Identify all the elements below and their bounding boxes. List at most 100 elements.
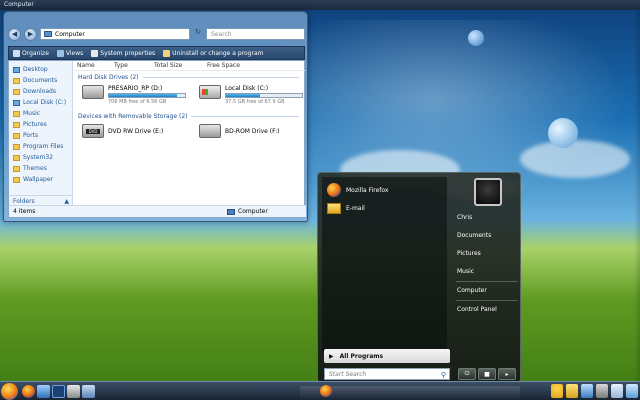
search-input[interactable]: Search bbox=[206, 28, 305, 40]
organize-button[interactable]: Organize bbox=[13, 49, 49, 57]
drive-free-space: 706 MB free of 6.56 GB bbox=[108, 99, 167, 105]
column-header-row: Name Type Total Size Free Space bbox=[74, 61, 305, 71]
lock-button[interactable]: ■ bbox=[478, 368, 496, 380]
start-item-music[interactable]: Music bbox=[454, 263, 520, 281]
nav-item-downloads[interactable]: Downloads bbox=[9, 86, 72, 97]
drive-item[interactable]: DVD DVD RW Drive (E:) bbox=[82, 124, 187, 138]
uninstall-button[interactable]: Uninstall or change a program bbox=[163, 49, 264, 57]
group-header-hard-disks[interactable]: Hard Disk Drives (2) bbox=[74, 74, 305, 81]
status-location-label: Computer bbox=[238, 208, 268, 215]
column-header-name[interactable]: Name bbox=[74, 62, 114, 69]
group-divider bbox=[142, 77, 299, 78]
drive-item[interactable]: Local Disk (C:) 37.5 GB free of 67.9 GB bbox=[199, 85, 304, 105]
column-header-type[interactable]: Type bbox=[114, 62, 154, 69]
power-icon: ⏻ bbox=[464, 370, 470, 377]
quicklaunch-app-icon[interactable] bbox=[67, 385, 80, 398]
start-item-computer[interactable]: Computer bbox=[454, 282, 520, 300]
nav-item-program-files[interactable]: Program Files bbox=[9, 141, 72, 152]
arrow-right-icon: ▸ bbox=[505, 370, 509, 378]
drive-usage-bar bbox=[225, 93, 303, 98]
computer-icon[interactable] bbox=[596, 384, 608, 398]
group-label: Devices with Removable Storage (2) bbox=[78, 113, 188, 120]
explorer-client: Desktop Documents Downloads Local Disk (… bbox=[8, 60, 306, 218]
window-title-strip: Computer bbox=[0, 0, 640, 10]
music-icon bbox=[13, 110, 20, 117]
desktop-icon bbox=[13, 66, 20, 73]
all-programs-button[interactable]: ▶ All Programs bbox=[324, 349, 450, 363]
hard-drive-icon bbox=[82, 85, 104, 99]
nav-item-wallpaper[interactable]: Wallpaper bbox=[9, 174, 72, 185]
nav-item-themes[interactable]: Themes bbox=[9, 163, 72, 174]
quicklaunch-explorer-icon[interactable] bbox=[37, 385, 50, 398]
nav-item-pictures[interactable]: Pictures bbox=[9, 119, 72, 130]
nav-item-label: Program Files bbox=[23, 143, 64, 150]
start-search-placeholder: Start Search bbox=[329, 371, 367, 378]
system-properties-label: System properties bbox=[100, 49, 156, 57]
folder-icon bbox=[13, 88, 20, 95]
recycle-bin-icon[interactable] bbox=[611, 384, 623, 398]
drive-item[interactable]: PRESARIO_RP (D:) 706 MB free of 6.56 GB bbox=[82, 85, 187, 105]
folder-icon bbox=[13, 77, 20, 84]
nav-item-documents[interactable]: Documents bbox=[9, 75, 72, 86]
quicklaunch-desktop-icon[interactable] bbox=[82, 385, 95, 398]
arrow-right-icon: ▶ bbox=[329, 352, 334, 360]
pinned-programs: Mozilla Firefox E-mail bbox=[322, 177, 447, 353]
column-header-total-size[interactable]: Total Size bbox=[154, 62, 207, 69]
dvd-label-icon: DVD bbox=[86, 129, 100, 134]
nav-item-desktop[interactable]: Desktop bbox=[9, 64, 72, 75]
column-header-free-space[interactable]: Free Space bbox=[207, 62, 257, 69]
user-picture[interactable] bbox=[474, 178, 502, 206]
system-properties-button[interactable]: System properties bbox=[91, 49, 156, 57]
weather-icon[interactable] bbox=[626, 384, 638, 398]
organize-label: Organize bbox=[22, 49, 49, 57]
wallpaper-cloud bbox=[520, 140, 630, 178]
address-bar[interactable]: Computer bbox=[40, 28, 190, 40]
group-header-removable[interactable]: Devices with Removable Storage (2) bbox=[74, 113, 305, 120]
status-location: Computer bbox=[227, 208, 268, 215]
start-item-documents[interactable]: Documents bbox=[454, 227, 520, 245]
folder-icon[interactable] bbox=[566, 384, 578, 398]
group-divider bbox=[191, 116, 299, 117]
start-item-pictures[interactable]: Pictures bbox=[454, 245, 520, 263]
pinned-item-email[interactable]: E-mail bbox=[322, 199, 447, 217]
folder-icon bbox=[13, 165, 20, 172]
back-button[interactable]: ◀ bbox=[8, 27, 21, 41]
quicklaunch-firefox-icon[interactable] bbox=[22, 385, 35, 398]
views-button[interactable]: Views bbox=[56, 49, 83, 57]
start-orb-icon[interactable] bbox=[1, 383, 18, 400]
firefox-icon[interactable] bbox=[320, 385, 332, 397]
drive-item[interactable]: BD-ROM Drive (F:) bbox=[199, 124, 304, 138]
quicklaunch-photoshop-icon[interactable] bbox=[52, 385, 65, 398]
windows-logo-icon bbox=[202, 89, 208, 95]
folder-icon bbox=[13, 143, 20, 150]
explorer-window[interactable]: ◀ ▶ Computer ↻ Search Organize Views Sys… bbox=[3, 11, 308, 222]
user-icon[interactable] bbox=[551, 384, 563, 398]
refresh-icon[interactable]: ↻ bbox=[193, 28, 203, 40]
forward-button[interactable]: ▶ bbox=[24, 27, 37, 41]
uninstall-label: Uninstall or change a program bbox=[172, 49, 264, 57]
command-bar: Organize Views System properties Uninsta… bbox=[8, 46, 305, 60]
start-item-control-panel[interactable]: Control Panel bbox=[454, 301, 520, 319]
address-text: Computer bbox=[55, 31, 85, 38]
nav-item-label: Wallpaper bbox=[23, 176, 54, 183]
lock-icon: ■ bbox=[484, 370, 490, 378]
nav-item-local-disk[interactable]: Local Disk (C:) bbox=[9, 97, 72, 108]
folder-icon bbox=[13, 154, 20, 161]
power-button[interactable]: ⏻ bbox=[458, 368, 476, 380]
start-item-user[interactable]: Chris bbox=[454, 209, 520, 227]
network-icon[interactable] bbox=[581, 384, 593, 398]
item-count: 4 items bbox=[13, 208, 36, 215]
drive-name: DVD RW Drive (E:) bbox=[108, 127, 164, 135]
nav-item-label: Desktop bbox=[23, 66, 48, 73]
nav-item-ports[interactable]: Ports bbox=[9, 130, 72, 141]
navigation-pane: Desktop Documents Downloads Local Disk (… bbox=[9, 61, 73, 207]
nav-item-system32[interactable]: System32 bbox=[9, 152, 72, 163]
nav-item-label: Documents bbox=[23, 77, 58, 84]
start-search-input[interactable]: Start Search ⚲ bbox=[324, 368, 450, 380]
nav-item-music[interactable]: Music bbox=[9, 108, 72, 119]
drive-free-space: 37.5 GB free of 67.9 GB bbox=[225, 99, 285, 105]
pinned-item-label: E-mail bbox=[346, 204, 365, 212]
pinned-item-firefox[interactable]: Mozilla Firefox bbox=[322, 181, 447, 199]
shutdown-options-button[interactable]: ▸ bbox=[498, 368, 516, 380]
pinned-item-label: Mozilla Firefox bbox=[346, 186, 389, 194]
